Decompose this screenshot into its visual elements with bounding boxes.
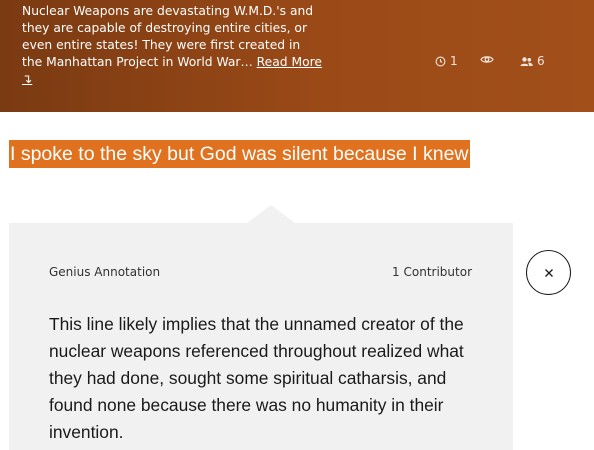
close-annotation-button[interactable] — [526, 250, 571, 295]
contributors-count: 6 — [537, 54, 545, 68]
close-icon — [544, 268, 553, 277]
song-header: Nuclear Weapons are devastating W.M.D.'s… — [0, 0, 594, 112]
annotation-card: Genius Annotation 1 Contributor This lin… — [9, 223, 513, 450]
clock-count: 1 — [450, 54, 458, 68]
stat-clock: 1 — [435, 54, 458, 68]
highlighted-lyric-line[interactable]: I spoke to the sky but God was silent be… — [9, 140, 470, 168]
annotation-label: Genius Annotation — [49, 265, 161, 279]
annotation-contributors-link[interactable]: 1 Contributor — [392, 265, 472, 279]
song-about-text: Nuclear Weapons are devastating W.M.D.'s… — [22, 3, 322, 88]
eye-icon — [480, 56, 494, 63]
clock-icon — [435, 56, 446, 66]
annotation-body: This line likely implies that the unname… — [49, 314, 464, 442]
people-icon — [520, 56, 533, 66]
annotation-pointer — [247, 205, 295, 223]
stat-views — [480, 54, 498, 65]
stat-contributors: 6 — [520, 54, 545, 68]
